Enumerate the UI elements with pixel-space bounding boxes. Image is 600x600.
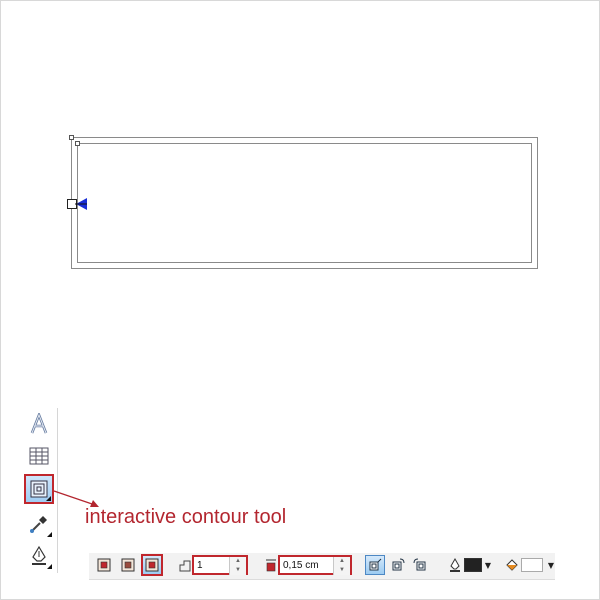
spin-up-icon[interactable]: ▲ [230, 557, 246, 566]
artistic-text-icon [30, 413, 48, 434]
inside-contour-icon [121, 558, 135, 572]
spin-up-icon[interactable]: ▲ [334, 557, 350, 566]
outer-corner-node[interactable] [69, 135, 74, 140]
flyout-indicator-icon[interactable] [47, 564, 52, 569]
table-tool[interactable] [25, 442, 53, 470]
outside-contour-icon [145, 558, 159, 572]
inside-contour-button[interactable] [119, 556, 137, 574]
contour-steps-value: 1 [197, 560, 203, 571]
fill-color-icon [506, 559, 518, 571]
outline-color-icon [450, 558, 460, 572]
fill-color-picker[interactable]: ▼ [521, 556, 559, 574]
clockwise-colors-icon [392, 558, 405, 571]
outline-color-swatch[interactable] [464, 558, 482, 572]
interactive-contour-tool[interactable] [24, 474, 54, 504]
chevron-down-icon[interactable]: ▼ [543, 556, 559, 574]
linear-colors-icon [369, 558, 382, 571]
outline-color-picker[interactable]: ▼ [464, 556, 494, 574]
fill-color-swatch[interactable] [521, 558, 543, 572]
contour-property-bar: 1 ▲ ▼ 0,15 cm ▲ ▼ ▼ ▼ [89, 553, 555, 580]
eyedropper-tool[interactable] [25, 510, 53, 538]
contour-offset-icon [266, 559, 276, 572]
outside-contour-button[interactable] [141, 554, 163, 576]
flyout-indicator-icon[interactable] [47, 532, 52, 537]
inner-corner-node[interactable] [75, 141, 80, 146]
table-icon [29, 447, 49, 465]
linear-contour-colors-button[interactable] [365, 555, 385, 575]
outline-pen-tool[interactable] [25, 542, 53, 570]
spin-down-icon[interactable]: ▼ [230, 566, 246, 575]
contour-steps-field[interactable]: 1 ▲ ▼ [192, 555, 248, 575]
flyout-indicator-icon[interactable] [46, 496, 51, 501]
clockwise-contour-colors-button[interactable] [389, 556, 407, 574]
artistic-text-tool[interactable] [25, 410, 53, 438]
to-center-button[interactable] [95, 556, 113, 574]
spin-down-icon[interactable]: ▼ [334, 566, 350, 575]
contour-offset-spinner[interactable]: ▲ ▼ [333, 557, 350, 575]
contour-offset-field[interactable]: 0,15 cm ▲ ▼ [278, 555, 352, 575]
contour-to-center-icon [97, 558, 111, 572]
counterclockwise-contour-colors-button[interactable] [411, 556, 429, 574]
contour-steps-icon [179, 560, 191, 572]
drawing-page: interactive contour tool 1 ▲ ▼ 0,15 cm ▲… [0, 0, 600, 600]
contour-offset-value: 0,15 cm [283, 560, 319, 571]
outline-pen-icon [32, 545, 46, 565]
chevron-down-icon[interactable]: ▼ [482, 556, 494, 574]
counterclockwise-colors-icon [413, 558, 426, 571]
original-rectangle[interactable] [77, 143, 532, 263]
annotation-label: interactive contour tool [85, 506, 287, 528]
contour-direction-arrow-icon[interactable] [75, 197, 89, 211]
contour-steps-spinner[interactable]: ▲ ▼ [229, 557, 246, 575]
